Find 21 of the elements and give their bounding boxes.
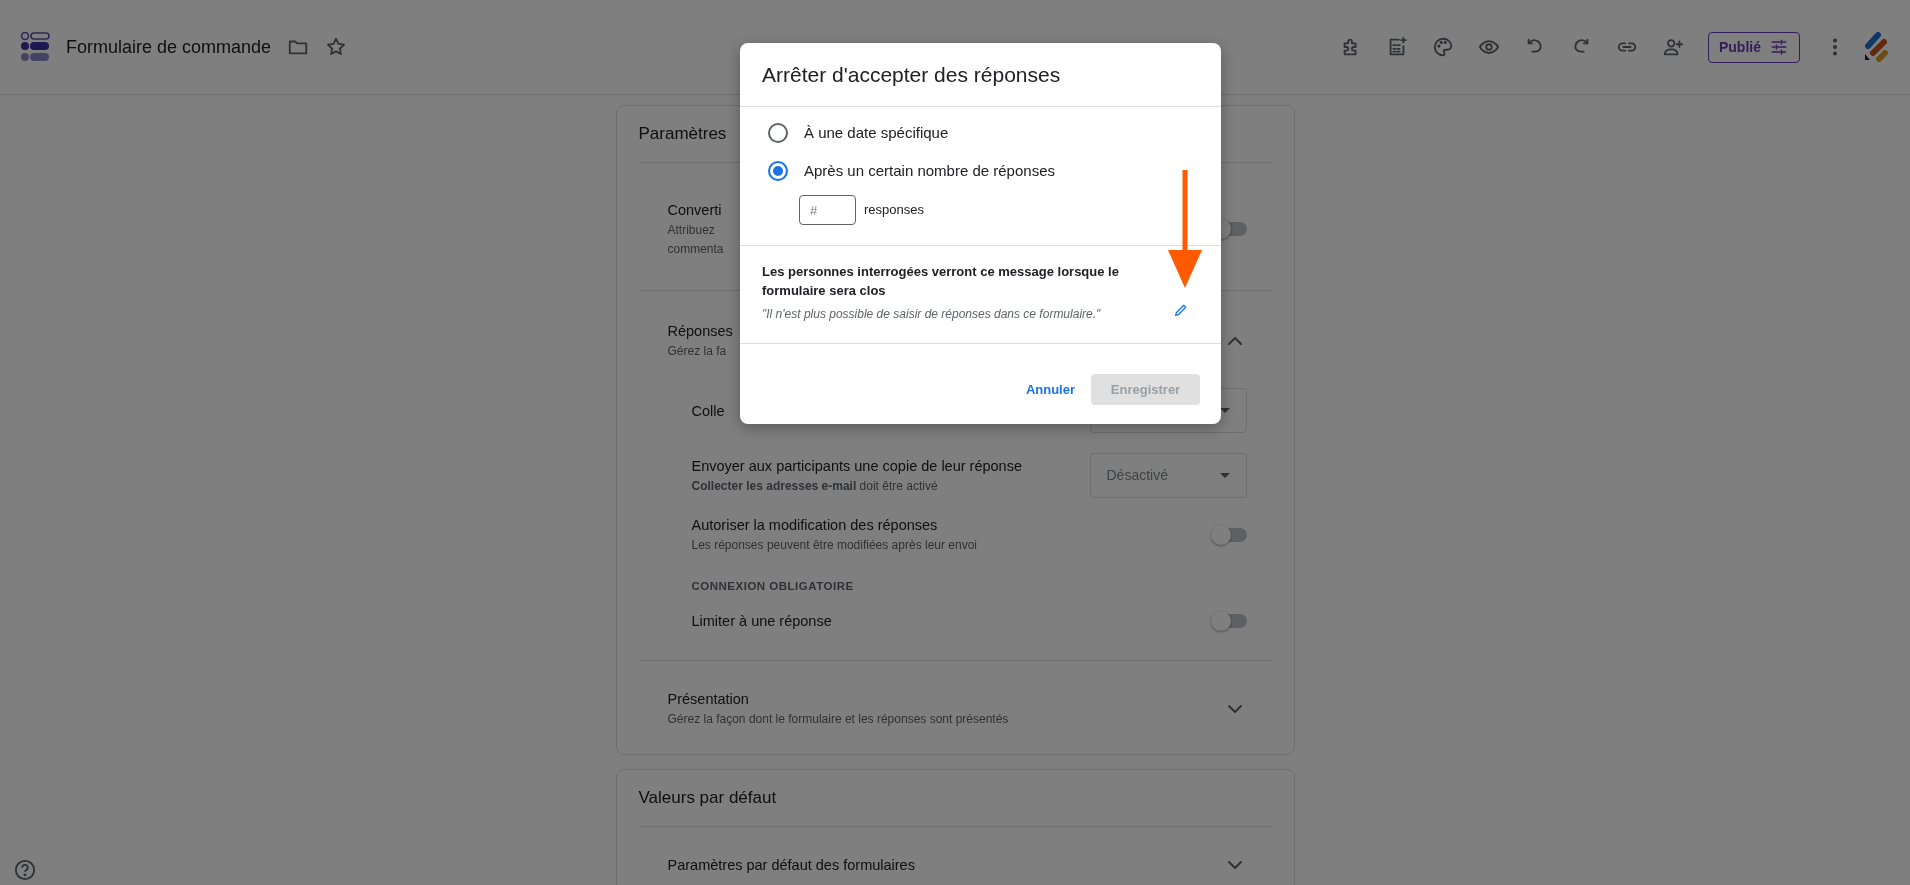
setting-description: Gérez la fa xyxy=(667,343,728,360)
setting-title: Présentation xyxy=(667,690,750,709)
setting-title: Autoriser la modification des réponses xyxy=(691,516,939,535)
setting-description: Collecter les adresses e-mail doit être activé xyxy=(691,478,939,495)
dialog-title: Arrêter d'accepter des réponses xyxy=(740,43,1221,107)
setting-title: Réponses xyxy=(667,322,733,341)
closed-message: "Il n'est plus possible de saisir de réponses dans ce formulaire." xyxy=(762,306,1102,323)
message-heading: Les personnes interrogées verront ce message lorsque le formulaire sera clos xyxy=(762,263,1120,300)
form-title: Formulaire de commande xyxy=(66,35,272,59)
setting-title: Colle xyxy=(691,401,725,421)
setting-title: Converti xyxy=(667,201,723,220)
setting-description: commenta xyxy=(667,241,724,258)
setting-description: Gérez la façon dont le formulaire et les réponses sont présentés xyxy=(667,711,1009,728)
setting-title: Envoyer aux participants une copie de leur réponse xyxy=(691,457,1022,476)
setting-description: Attribuez xyxy=(667,222,716,239)
setting-title: Paramètres par défaut des formulaires xyxy=(667,856,915,875)
card-title: Valeurs par défaut xyxy=(638,770,1272,827)
group-heading: CONNEXION OBLIGATOIRE xyxy=(691,579,855,593)
setting-description: Les réponses peuvent être modifiées après leur envoi xyxy=(691,537,977,554)
setting-title: Limiter à une réponse xyxy=(691,612,832,631)
unit-label: responses xyxy=(864,201,924,220)
